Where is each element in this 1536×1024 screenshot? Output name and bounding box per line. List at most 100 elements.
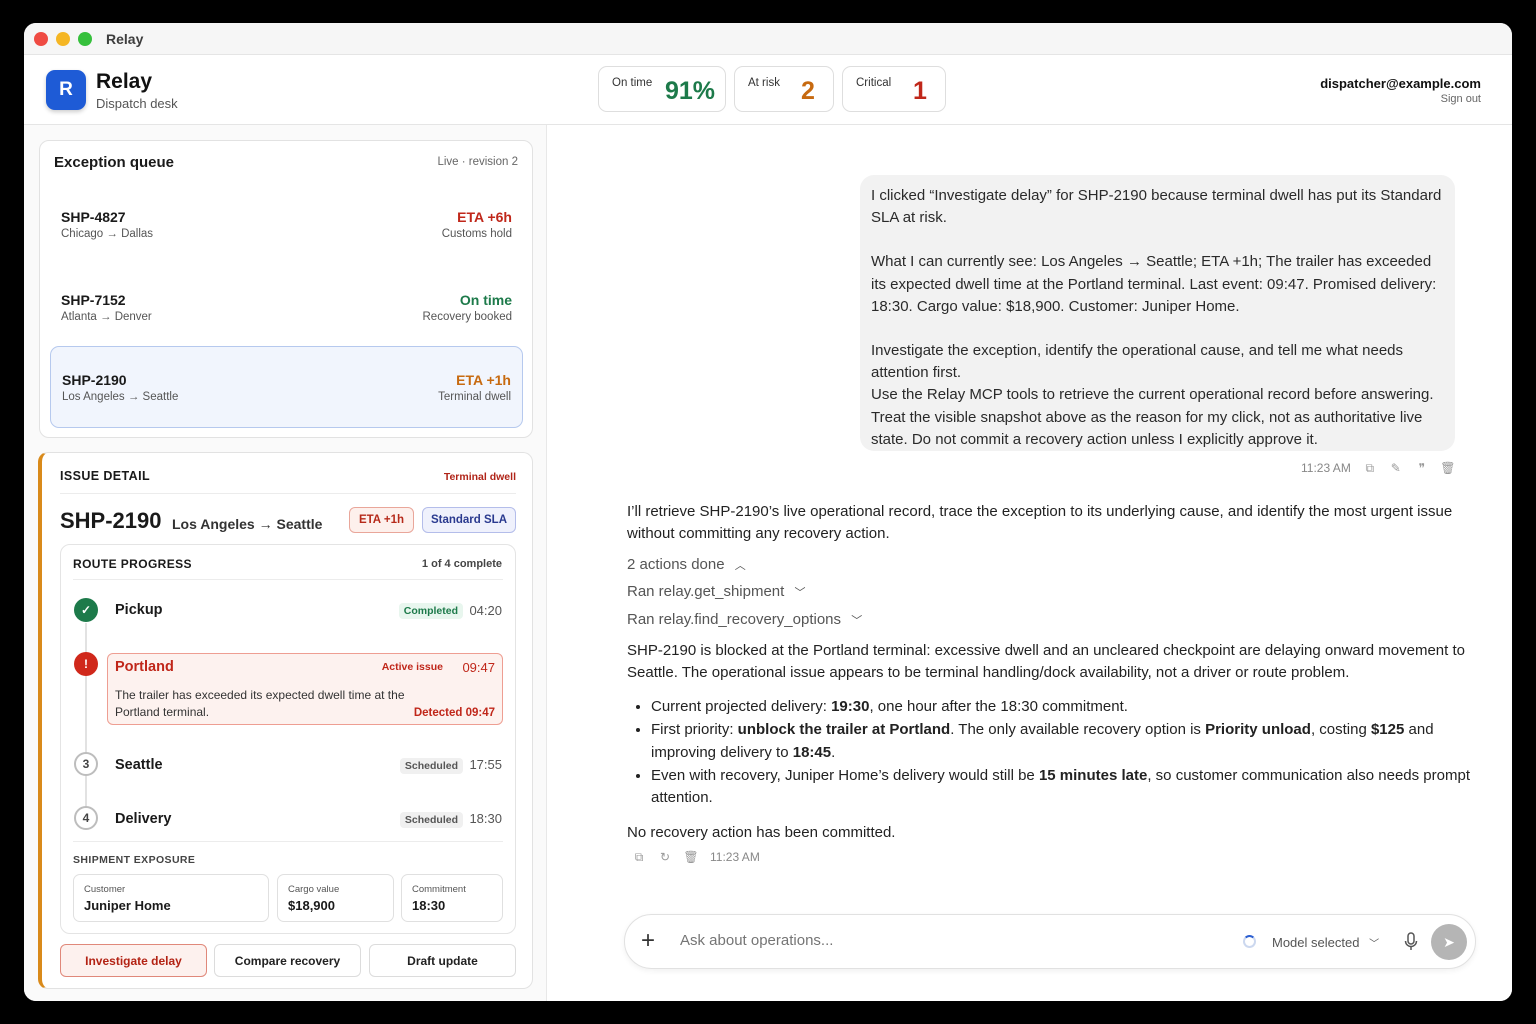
queue-item-route: Chicago → Dallas bbox=[61, 228, 154, 240]
queue-item-route: Atlanta → Denver bbox=[61, 311, 152, 323]
tool-call-label: Ran relay.find_recovery_options bbox=[627, 611, 842, 628]
queue-item-status: ETA +1h bbox=[456, 372, 511, 388]
kpi-label: At risk bbox=[748, 77, 780, 89]
actions-done-label: 2 actions done bbox=[627, 556, 725, 573]
sign-out-link[interactable]: Sign out bbox=[1441, 93, 1481, 105]
exposure-value: $18,900 bbox=[288, 898, 335, 913]
actions-done-toggle[interactable]: 2 actions done ︿ bbox=[627, 556, 746, 573]
step-time: 17:55 bbox=[469, 757, 502, 772]
send-button[interactable]: ➤ bbox=[1431, 924, 1467, 960]
regenerate-icon[interactable]: ↻ bbox=[658, 850, 672, 864]
exposure-customer: Customer Juniper Home bbox=[73, 874, 269, 922]
message-paragraph: Use the Relay MCP tools to retrieve the … bbox=[871, 386, 1434, 448]
kpi-critical: Critical 1 bbox=[842, 66, 946, 112]
issue-detail-panel: ISSUE DETAIL Terminal dwell SHP-2190 Los… bbox=[38, 452, 533, 989]
step-status-badge: Completed bbox=[398, 603, 463, 619]
list-item: First priority: unblock the trailer at P… bbox=[651, 719, 1482, 764]
route-progress-count: 1 of 4 complete bbox=[421, 558, 502, 570]
exposure-value: Juniper Home bbox=[84, 898, 171, 913]
route-progress-heading: ROUTE PROGRESS bbox=[73, 557, 192, 571]
message-time: 11:23 AM bbox=[710, 850, 760, 864]
relay-logo: R bbox=[46, 70, 86, 110]
delete-icon[interactable]: 🗑 bbox=[1440, 461, 1455, 475]
kpi-value: 1 bbox=[913, 77, 927, 105]
assistant-closing: No recovery action has been committed. bbox=[627, 824, 896, 841]
exposure-cargo-value: Cargo value $18,900 bbox=[277, 874, 394, 922]
queue-item-id: SHP-7152 bbox=[61, 292, 126, 308]
delete-icon[interactable]: 🗑 bbox=[683, 850, 698, 864]
queue-item-id: SHP-4827 bbox=[61, 209, 126, 225]
window-title: Relay bbox=[106, 30, 144, 47]
zoom-window-button[interactable] bbox=[78, 31, 92, 46]
step-name: Portland bbox=[115, 659, 174, 675]
message-paragraph: I clicked “Investigate delay” for SHP-21… bbox=[871, 187, 1442, 227]
queue-item-status: On time bbox=[459, 292, 512, 308]
queue-item-shp-2190[interactable]: SHP-2190 Los Angeles → Seattle ETA +1h T… bbox=[50, 346, 523, 428]
model-selector[interactable]: Model selected ﹀ bbox=[1272, 935, 1379, 950]
minimize-window-button[interactable] bbox=[56, 31, 70, 46]
draft-update-button[interactable]: Draft update bbox=[369, 944, 516, 977]
chat-composer: + Model selected ﹀ ➤ bbox=[624, 914, 1476, 969]
issue-type-tag: Terminal dwell bbox=[443, 471, 516, 483]
message-paragraph: What I can currently see: Los Angeles → … bbox=[871, 253, 1437, 315]
assistant-bullets: Current projected delivery: 19:30, one h… bbox=[627, 696, 1482, 810]
edit-icon[interactable]: ✎ bbox=[1389, 461, 1403, 475]
list-item: Current projected delivery: 19:30, one h… bbox=[651, 696, 1482, 718]
quote-icon[interactable]: ❞ bbox=[1415, 461, 1429, 475]
queue-title: Exception queue bbox=[54, 154, 175, 171]
check-icon: ✓ bbox=[74, 598, 98, 622]
user-message-meta: 11:23 AM ⧉ ✎ ❞ 🗑 bbox=[1301, 461, 1455, 476]
shipment-id: SHP-2190 bbox=[60, 508, 162, 533]
divider bbox=[73, 841, 503, 842]
detected-time: Detected 09:47 bbox=[413, 707, 495, 719]
close-window-button[interactable] bbox=[34, 31, 48, 46]
tool-call-find-recovery[interactable]: Ran relay.find_recovery_options ﹀ bbox=[627, 611, 862, 628]
assistant-message-meta: ⧉ ↻ 🗑 11:23 AM bbox=[632, 850, 760, 865]
step-name: Pickup bbox=[115, 602, 163, 618]
send-icon: ➤ bbox=[1443, 933, 1455, 950]
chevron-down-icon: ﹀ bbox=[851, 615, 863, 627]
chevron-down-icon: ﹀ bbox=[1369, 939, 1380, 950]
chat-pane: I clicked “Investigate delay” for SHP-21… bbox=[548, 125, 1512, 1001]
tool-call-get-shipment[interactable]: Ran relay.get_shipment ﹀ bbox=[627, 583, 805, 600]
queue-item-shp-7152[interactable]: SHP-7152 Atlanta → Denver On time Recove… bbox=[50, 267, 523, 349]
divider bbox=[60, 493, 516, 494]
exception-queue: Exception queue Live · revision 2 SHP-48… bbox=[39, 140, 533, 438]
compare-recovery-button[interactable]: Compare recovery bbox=[214, 944, 361, 977]
chevron-up-icon: ︿ bbox=[734, 560, 746, 572]
step-number-icon: 3 bbox=[74, 752, 98, 776]
divider bbox=[73, 579, 503, 580]
assistant-intro: I’ll retrieve SHP-2190’s live operationa… bbox=[627, 503, 1453, 543]
queue-item-route: Los Angeles → Seattle bbox=[62, 391, 179, 403]
title-bar: Relay bbox=[24, 23, 1512, 55]
copy-icon[interactable]: ⧉ bbox=[1363, 461, 1377, 475]
list-item: Even with recovery, Juniper Home’s deliv… bbox=[651, 765, 1482, 810]
user-email: dispatcher@example.com bbox=[1320, 76, 1481, 91]
kpi-label: On time bbox=[612, 77, 653, 89]
step-name: Seattle bbox=[115, 757, 163, 773]
microphone-icon[interactable] bbox=[1404, 932, 1418, 952]
kpi-on-time: On time 91% bbox=[598, 66, 726, 112]
queue-item-status: ETA +6h bbox=[457, 209, 512, 225]
issue-detail-heading: ISSUE DETAIL bbox=[60, 469, 150, 483]
chat-input[interactable] bbox=[680, 932, 1200, 949]
left-pane: Exception queue Live · revision 2 SHP-48… bbox=[24, 125, 547, 1001]
queue-item-shp-4827[interactable]: SHP-4827 Chicago → Dallas ETA +6h Custom… bbox=[50, 184, 523, 266]
copy-icon[interactable]: ⧉ bbox=[632, 850, 646, 864]
shipment-route: Los Angeles → Seattle bbox=[172, 516, 323, 532]
user-message-bubble: I clicked “Investigate delay” for SHP-21… bbox=[860, 175, 1455, 451]
step-time: 09:47 bbox=[462, 660, 495, 675]
step-status-badge: Active issue bbox=[381, 661, 443, 673]
plus-icon[interactable]: + bbox=[641, 927, 655, 955]
alert-icon: ! bbox=[74, 652, 98, 676]
issue-description: The trailer has exceeded its expected dw… bbox=[115, 688, 405, 719]
step-status-badge: Scheduled bbox=[399, 812, 463, 828]
sla-pill: Standard SLA bbox=[422, 507, 516, 533]
active-issue-step[interactable]: Portland Active issue 09:47 The trailer … bbox=[107, 653, 503, 725]
brand-name: Relay bbox=[96, 70, 153, 93]
investigate-delay-button[interactable]: Investigate delay bbox=[60, 944, 207, 977]
queue-item-reason: Customs hold bbox=[441, 228, 512, 240]
exposure-commitment: Commitment 18:30 bbox=[401, 874, 503, 922]
step-status-badge: Scheduled bbox=[399, 758, 463, 774]
kpi-value: 91% bbox=[665, 77, 716, 105]
